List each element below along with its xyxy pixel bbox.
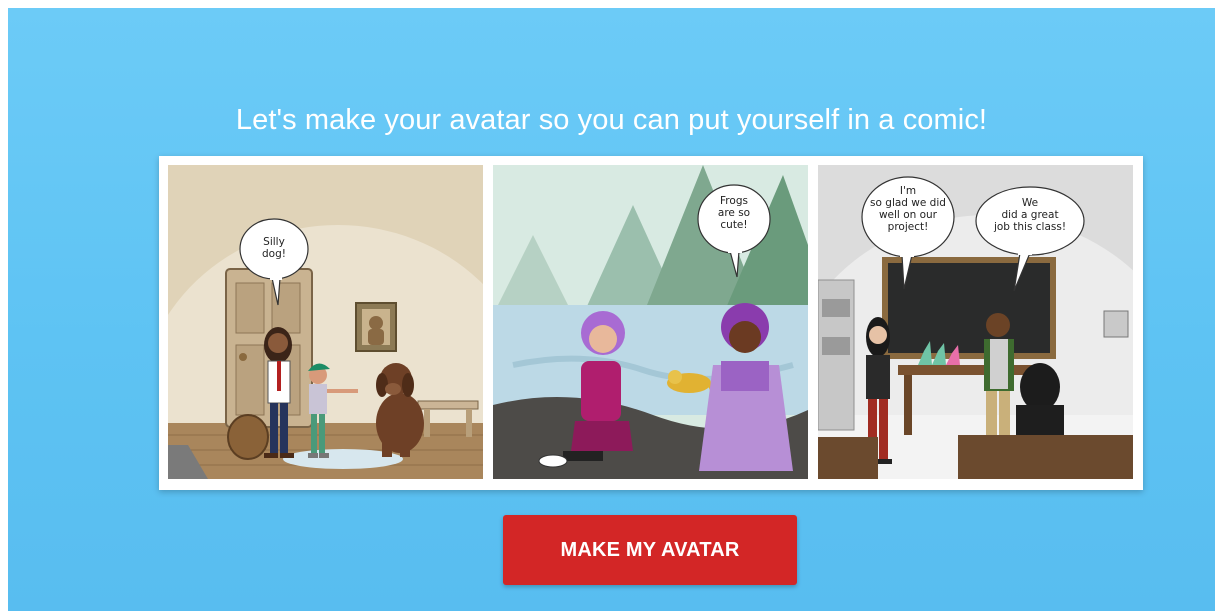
speech-bubble: I'm so glad we did well on our project!	[870, 185, 946, 233]
speech-bubble: We did a great job this class!	[993, 197, 1067, 233]
comic-panel-2: Frogs are so cute!	[493, 165, 808, 479]
comic-strip: Silly dog! Frogs are so cute! I'm so gla…	[159, 156, 1143, 490]
make-my-avatar-button[interactable]: MAKE MY AVATAR	[503, 515, 797, 585]
comic-panel-1: Silly dog!	[168, 165, 483, 479]
speech-bubble: Silly dog!	[262, 236, 286, 260]
page-headline: Let's make your avatar so you can put yo…	[235, 104, 988, 136]
onboarding-screen: Let's make your avatar so you can put yo…	[8, 8, 1215, 611]
speech-bubble: Frogs are so cute!	[717, 195, 751, 231]
comic-panel-1-illustration	[168, 165, 483, 479]
comic-panel-3: I'm so glad we did well on our project! …	[818, 165, 1133, 479]
